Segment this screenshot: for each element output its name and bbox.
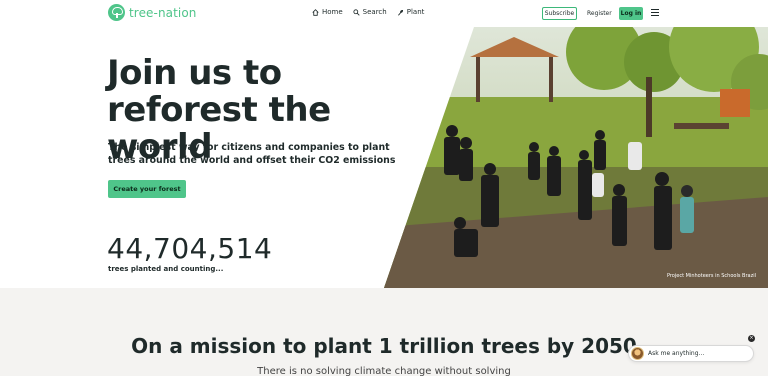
hero-photo: Project Minhoteers in Schools Brazil	[384, 27, 768, 288]
register-link[interactable]: Register	[587, 10, 612, 17]
create-forest-button[interactable]: Create your forest	[108, 180, 186, 198]
login-button[interactable]: Log in	[619, 7, 643, 20]
mission-section	[0, 288, 768, 376]
tree-logo-icon	[108, 4, 125, 21]
trees-counter-label: trees planted and counting...	[108, 265, 224, 273]
mission-subtitle: There is no solving climate change witho…	[257, 366, 511, 376]
search-icon	[353, 8, 360, 16]
nav-plant[interactable]: Plant	[397, 8, 425, 16]
logo[interactable]: tree-nation	[108, 4, 197, 21]
top-navbar: tree-nation Home Search Plant Subscribe …	[0, 0, 768, 27]
nav-search[interactable]: Search	[353, 8, 387, 16]
chat-close-button[interactable]: ×	[748, 335, 755, 342]
nav-plant-label: Plant	[406, 8, 425, 16]
nav-home[interactable]: Home	[312, 8, 343, 16]
hero-photo-illustration	[384, 27, 768, 288]
sprout-icon	[397, 9, 403, 16]
chat-widget[interactable]: Ask me anything...	[628, 345, 754, 362]
menu-icon[interactable]	[651, 9, 659, 16]
chat-avatar	[631, 347, 644, 360]
home-icon	[312, 8, 319, 16]
trees-counter: 44,704,514	[107, 232, 273, 265]
hero-subtitle: The simplest way for citizens and compan…	[108, 142, 396, 166]
chat-placeholder: Ask me anything...	[648, 350, 705, 357]
main-nav: Home Search Plant	[312, 8, 424, 16]
photo-caption: Project Minhoteers in Schools Brazil	[666, 273, 756, 279]
subscribe-button[interactable]: Subscribe	[542, 7, 577, 20]
logo-text: tree-nation	[129, 5, 197, 20]
nav-home-label: Home	[322, 8, 343, 16]
nav-search-label: Search	[362, 8, 387, 16]
